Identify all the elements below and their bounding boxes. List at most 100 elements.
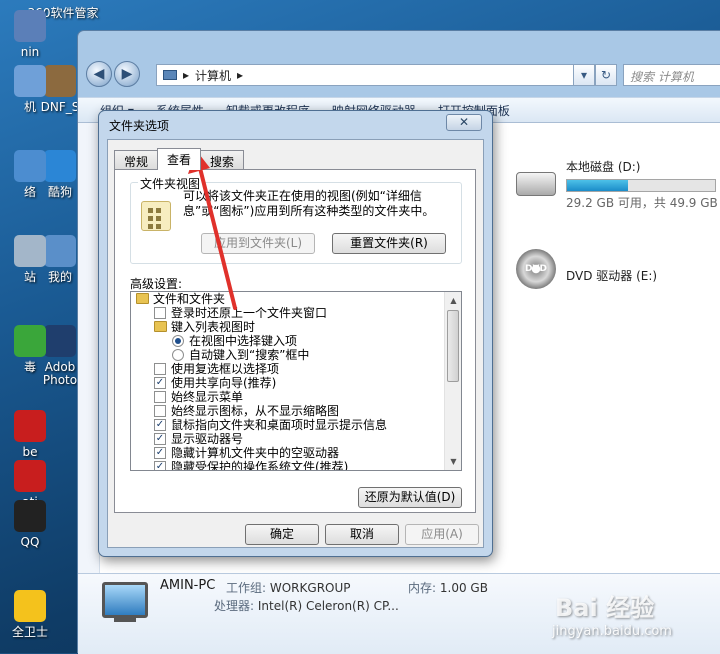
settings-tree-row[interactable]: ✓ 鼠标指向文件夹和桌面项时显示提示信息 [131,418,445,432]
baidu-watermark: Bai 经验 [555,594,655,622]
workgroup-value: WORKGROUP [269,581,351,595]
refresh-icon[interactable]: ↻ [595,64,617,86]
desktop-icon-qq[interactable]: QQ [0,500,70,549]
memory-value: 1.00 GB [439,581,488,595]
folder-view-description: 可以将该文件夹正在使用的视图(例如“详细信息”或“图标”)应用到所有这种类型的文… [183,189,435,218]
drive-d-usage-bar [566,179,716,192]
forward-arrow-icon[interactable]: ▶ [114,61,140,87]
desktop-icon-qq-icon [14,500,46,532]
settings-tree-row-label: 隐藏计算机文件夹中的空驱动器 [171,446,340,460]
checkbox-unchecked-icon[interactable] [154,391,166,403]
scroll-thumb[interactable] [447,310,459,382]
desktop-icon-antivirus-cut-icon [14,325,46,357]
folder-icon [154,321,167,332]
drive-d[interactable]: 本地磁盘 (D:) 29.2 GB 可用，共 49.9 GB [516,158,718,211]
processor-value: Intel(R) Celeron(R) CP... [257,599,399,613]
drive-e-name: DVD 驱动器 (E:) [566,269,658,283]
computer-stand-icon [114,618,136,622]
pc-name: AMIN-PC [160,578,216,593]
radio-unselected-icon[interactable] [172,349,184,361]
desktop-icon-recycle-cut[interactable]: 站 [0,235,70,284]
search-input[interactable]: 搜索 计算机 [623,64,720,86]
desktop-icon-qq-label: QQ [20,535,40,549]
settings-tree-row: 键入列表视图时 [131,320,445,334]
checkbox-unchecked-icon[interactable] [154,363,166,375]
settings-tree-row: 文件和文件夹 [131,292,445,306]
settings-tree-row-label: 使用复选框以选择项 [171,362,280,376]
settings-tree-row-label: 始终显示图标，从不显示缩略图 [171,404,340,418]
desktop-icon-360-safe[interactable]: 全卫士 [0,590,70,639]
desktop-icon-recycle-cut-label: 站 [23,270,36,284]
explorer-navigation-bar: ◀ ▶ ▸ 计算机 ▸ ▾ ↻ 搜索 计算机 [78,57,720,91]
settings-tree-row-label: 在视图中选择键入项 [189,334,298,348]
tab-view[interactable]: 查看 [157,148,202,170]
checkbox-unchecked-icon[interactable] [154,405,166,417]
computer-icon [163,70,177,80]
address-dropdown-icon[interactable]: ▾ [573,64,595,86]
desktop-icon-computer-cut[interactable]: 机 [0,65,70,114]
back-arrow-icon[interactable]: ◀ [86,61,112,87]
settings-tree-row[interactable]: 在视图中选择键入项 [131,334,445,348]
folder-view-group: 文件夹视图 可以将该文件夹正在使用的视图(例如“详细信息”或“图标”)应用到所有… [130,175,462,264]
checkbox-checked-icon[interactable]: ✓ [154,419,166,431]
settings-tree-row[interactable]: ✓ 隐藏计算机文件夹中的空驱动器 [131,446,445,460]
settings-tree-row[interactable]: ✓ 使用共享向导(推荐) [131,376,445,390]
folder-icon [136,293,149,304]
address-bar[interactable]: ▸ 计算机 ▸ [156,64,591,86]
desktop-icon-adobe-reader-cut-label: be [22,445,38,459]
settings-tree-row[interactable]: 使用复选框以选择项 [131,362,445,376]
settings-tree-row[interactable]: 自动键入到“搜索”框中 [131,348,445,362]
settings-tree-row[interactable]: 登录时还原上一个文件夹窗口 [131,306,445,320]
restore-defaults-button[interactable]: 还原为默认值(D) [358,487,462,508]
settings-tree-row[interactable]: ✓ 显示驱动器号 [131,432,445,446]
reset-folders-button[interactable]: 重置文件夹(R) [332,233,446,254]
cancel-button[interactable]: 取消 [325,524,399,545]
tab-general[interactable]: 常规 [114,150,159,169]
drive-d-name: 本地磁盘 (D:) [566,160,641,174]
dvd-drive-icon: DVD [516,249,556,289]
desktop-icon-network-cut[interactable]: 络 [0,150,70,199]
dialog-tabs: 常规 查看 搜索 [114,148,245,170]
desktop-icon-adobe-reader-cut2-icon [14,460,46,492]
apply-to-folders-button[interactable]: 应用到文件夹(L) [201,233,315,254]
tree-scrollbar[interactable]: ▲ ▼ [444,292,461,470]
settings-tree-row[interactable]: 始终显示图标，从不显示缩略图 [131,404,445,418]
desktop-icon-antivirus-cut[interactable]: 毒 [0,325,70,374]
breadcrumb-separator-icon: ▸ [237,68,244,82]
checkbox-unchecked-icon[interactable] [154,307,166,319]
dialog-body: 常规 查看 搜索 文件夹视图 可以将该文件夹正在使用的视图(例如“详细信息”或“图标… [107,139,484,548]
settings-tree-row-label: 登录时还原上一个文件夹窗口 [171,306,328,320]
checkbox-checked-icon[interactable]: ✓ [154,377,166,389]
settings-tree-row-label: 文件和文件夹 [153,292,226,306]
checkbox-checked-icon[interactable]: ✓ [154,461,166,470]
desktop-icon-antivirus-cut-label: 毒 [23,360,36,374]
baidu-watermark-url: jingyan.baidu.com [552,624,672,639]
settings-tree-row[interactable]: 始终显示菜单 [131,390,445,404]
tab-search[interactable]: 搜索 [200,150,245,169]
folder-options-dialog: 文件夹选项 ✕ 常规 查看 搜索 文件夹视图 可以将该文件夹正在使用的视图(例如“详… [98,110,493,557]
dialog-title: 文件夹选项 [109,119,170,133]
desktop-icon-computer-cut-icon [14,65,46,97]
radio-selected-icon[interactable] [172,335,184,347]
desktop-icon-computer-cut-label: 机 [23,100,36,114]
drive-e[interactable]: DVD DVD 驱动器 (E:) [516,249,657,289]
checkbox-checked-icon[interactable]: ✓ [154,447,166,459]
ok-button[interactable]: 确定 [245,524,319,545]
dialog-titlebar[interactable]: 文件夹选项 [99,111,492,139]
workgroup-label: 工作组: [226,581,267,595]
desktop-icon-admin-cut-icon [14,10,46,42]
checkbox-checked-icon[interactable]: ✓ [154,433,166,445]
breadcrumb-computer[interactable]: 计算机 [195,67,231,84]
apply-button[interactable]: 应用(A) [405,524,479,545]
settings-tree-row[interactable]: ✓ 隐藏受保护的操作系统文件(推荐) [131,460,445,470]
desktop-icon-network-cut-label: 络 [23,185,36,199]
desktop-icon-adobe-reader-cut[interactable]: be [0,410,70,459]
scroll-down-icon[interactable]: ▼ [445,453,461,470]
desktop-icon-360-safe-label: 全卫士 [11,625,48,639]
view-tab-panel: 文件夹视图 可以将该文件夹正在使用的视图(例如“详细信息”或“图标”)应用到所有… [114,169,476,513]
close-icon[interactable]: ✕ [446,114,482,131]
scroll-up-icon[interactable]: ▲ [445,292,461,309]
desktop-icon-admin-cut-label: nin [20,45,40,59]
desktop-icon-admin-cut[interactable]: nin [0,10,70,59]
navigation-pane [78,123,100,573]
